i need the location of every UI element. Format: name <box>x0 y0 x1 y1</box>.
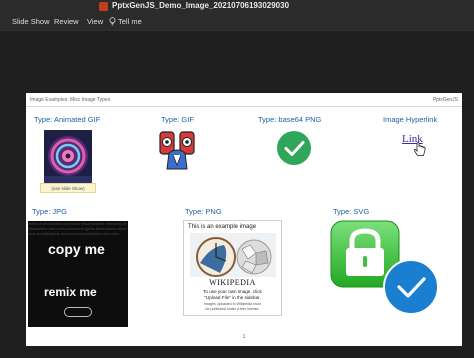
tell-me-search[interactable]: Tell me <box>118 17 142 26</box>
png-instruction-line2: "Upload File" in the sidebar. <box>204 295 261 300</box>
label-svg: Type: SVG <box>333 207 370 216</box>
png-instruction-line1: To use your own image, click <box>203 289 262 294</box>
powerpoint-file-icon <box>99 2 108 11</box>
chevron-down-icon[interactable]: ⌄ <box>254 1 260 9</box>
hand-cursor-icon <box>413 142 426 156</box>
svg-lock-image[interactable] <box>329 219 441 321</box>
slide-page-number: 1 <box>242 334 246 340</box>
base64-png-check-image[interactable] <box>277 131 311 165</box>
jpg-image[interactable]: mebe.enilhsaconba.mercoms.broadcastme.me… <box>28 221 128 327</box>
jpg-background-text: mebe.enilhsaconba.mercoms.broadcastme.me… <box>28 221 127 236</box>
document-title[interactable]: PptxGenJS_Demo_Image_20210706193029030 <box>112 1 289 10</box>
jpg-copy-me-text: copy me <box>48 241 105 257</box>
slide-header-brand: PptxGenJS <box>432 97 458 103</box>
clock-wikipedia-globe-picture <box>190 233 276 277</box>
hyperlink-image[interactable]: Link <box>400 132 434 160</box>
animated-gif-image[interactable] <box>44 130 92 186</box>
tab-review[interactable]: Review <box>54 17 79 26</box>
png-top-text: This is an example image <box>188 224 257 230</box>
jpg-remix-me-text: remix me <box>44 285 97 299</box>
label-gif: Type: GIF <box>161 115 194 124</box>
png-license-line2: be published under a free license. <box>205 307 260 311</box>
gif-caption: (use slide Show) <box>40 183 96 193</box>
lightbulb-icon <box>109 17 116 26</box>
label-png: Type: PNG <box>185 207 222 216</box>
ribbon-tabs: Slide Show Review View Tell me <box>0 14 474 30</box>
label-animated-gif: Type: Animated GIF <box>34 115 101 124</box>
png-license-line1: Images uploaded to Wikipedia must <box>204 302 261 306</box>
slide-header: Image Examples: Misc Image Types PptxGen… <box>26 93 462 107</box>
tab-view[interactable]: View <box>87 17 103 26</box>
slide-header-title: Image Examples: Misc Image Types <box>30 97 111 103</box>
png-wikipedia-wordmark: WIKIPEDIA <box>209 278 256 287</box>
label-jpg: Type: JPG <box>32 207 68 216</box>
slide-canvas[interactable]: Image Examples: Misc Image Types PptxGen… <box>26 93 462 346</box>
creative-commons-logo <box>64 307 92 317</box>
window-titlebar: PptxGenJS_Demo_Image_20210706193029030 ⌄ <box>0 0 474 14</box>
label-base64-png: Type: base64 PNG <box>258 115 322 124</box>
label-image-hyperlink: Image Hyperlink <box>383 115 438 124</box>
png-image[interactable]: This is an example image WIKIPEDIA To us… <box>183 220 282 316</box>
tab-slide-show[interactable]: Slide Show <box>12 17 50 26</box>
toolbar-area <box>0 30 474 93</box>
gif-image[interactable] <box>159 129 195 171</box>
